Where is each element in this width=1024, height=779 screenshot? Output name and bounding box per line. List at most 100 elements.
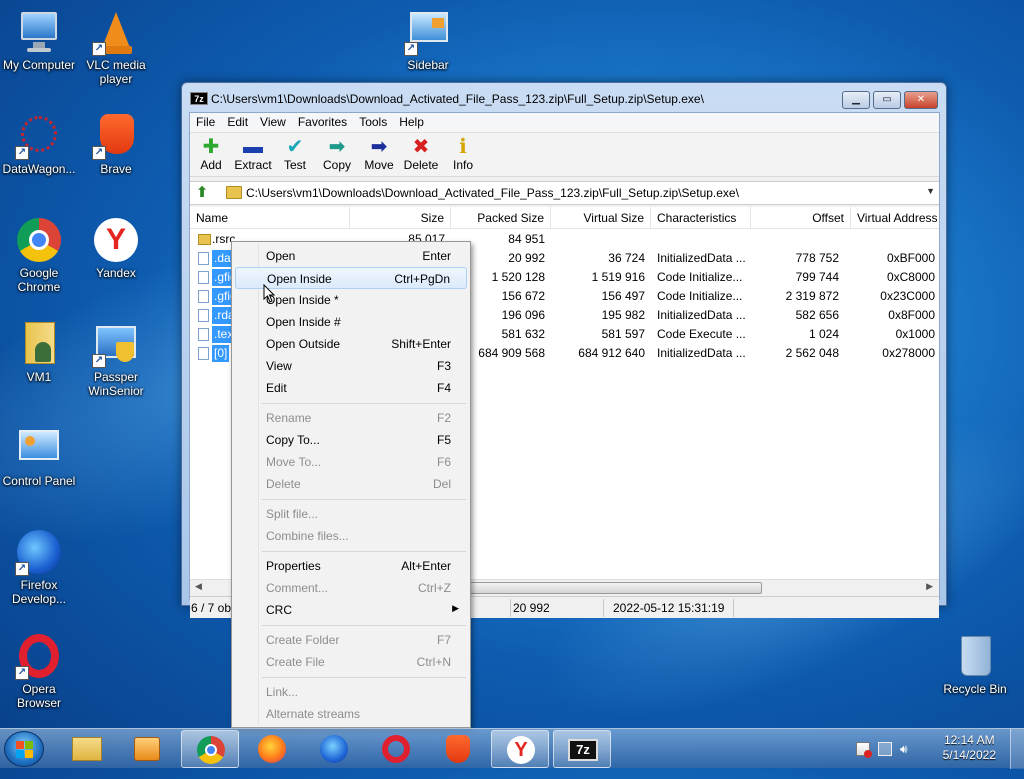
volume-icon[interactable]: 🔊︎ [900, 742, 914, 756]
desktop-icon-control-panel[interactable]: Control Panel [0, 424, 79, 488]
menu-view[interactable]: View [254, 113, 292, 129]
menu-file[interactable]: File [190, 113, 221, 129]
scroll-left-icon[interactable]: ◀ [195, 581, 202, 592]
desktop-icon-datawagon[interactable]: ↗ DataWagon... [0, 112, 79, 176]
check-icon: ✔ [286, 136, 304, 158]
info-button[interactable]: ℹ Info [442, 136, 484, 172]
desktop-icon-vm1[interactable]: VM1 [0, 320, 79, 384]
menu-item-edit[interactable]: Edit F4 [235, 377, 467, 399]
start-button[interactable] [4, 731, 44, 767]
col-virtual-address[interactable]: Virtual Address [851, 207, 939, 229]
up-folder-icon[interactable]: ⬆ [192, 184, 212, 202]
desktop-icon-my-computer[interactable]: My Computer [0, 8, 79, 72]
menu-separator [262, 499, 466, 500]
desktop-icon-sidebar[interactable]: ↗ Sidebar [388, 8, 468, 72]
menu-item-open-outside[interactable]: Open Outside Shift+Enter [235, 333, 467, 355]
taskbar-brave[interactable] [429, 730, 487, 768]
brave-icon: ↗ [92, 112, 140, 160]
menu-favorites[interactable]: Favorites [292, 113, 353, 129]
desktop-icon-passper[interactable]: ↗ Passper WinSenior [76, 320, 156, 398]
menu-item-shortcut: Del [432, 477, 451, 491]
taskbar-media-player[interactable] [118, 730, 176, 768]
cell-offset: 799 744 [795, 270, 839, 284]
scrollbar-thumb[interactable] [448, 582, 762, 594]
menu-item-label: View [266, 359, 292, 373]
folder-icon [226, 186, 242, 199]
cell-vaddr: 0x278000 [882, 346, 935, 360]
menu-item-copy-to[interactable]: Copy To... F5 [235, 429, 467, 451]
close-button[interactable]: ✕ [904, 91, 938, 109]
brave-icon [446, 735, 470, 763]
shortcut-arrow-icon: ↗ [92, 354, 106, 368]
opera-icon: ↗ [15, 632, 63, 680]
extract-button[interactable]: ▬ Extract [232, 136, 274, 172]
shortcut-arrow-icon: ↗ [15, 146, 29, 160]
yandex-icon: Y [507, 736, 535, 764]
desktop-icon-brave[interactable]: ↗ Brave [76, 112, 156, 176]
file-icon [198, 271, 209, 284]
shortcut-arrow-icon: ↗ [15, 562, 29, 576]
desktop-icon-firefox-dev[interactable]: ↗ Firefox Develop... [0, 528, 79, 606]
address-path[interactable]: C:\Users\vm1\Downloads\Download_Activate… [246, 186, 739, 200]
status-size: 20 992 [513, 601, 550, 615]
add-button[interactable]: ✚ Add [190, 136, 232, 172]
recycle-bin-icon [951, 632, 999, 680]
col-packed-size[interactable]: Packed Size [451, 207, 551, 229]
menu-item-open-inside[interactable]: Open Inside # [235, 311, 467, 333]
clock-time: 12:14 AM [943, 733, 995, 747]
maximize-button[interactable]: ▭ [873, 91, 901, 109]
minimize-button[interactable]: ▁ [842, 91, 870, 109]
desktop-icon-vlc[interactable]: ↗ VLC media player [76, 8, 156, 86]
delete-button[interactable]: ✖ Delete [400, 136, 442, 172]
menu-tools[interactable]: Tools [353, 113, 393, 129]
address-bar[interactable]: ⬆ C:\Users\vm1\Downloads\Download_Activa… [190, 181, 939, 205]
clock[interactable]: 12:14 AM 5/14/2022 [943, 733, 996, 763]
menu-item-label: Open [266, 249, 296, 263]
arrow-right-icon: ➡ [370, 136, 388, 158]
col-virtual-size[interactable]: Virtual Size [551, 207, 651, 229]
copy-button[interactable]: ➡ Copy [316, 136, 358, 172]
desktop-icon-opera[interactable]: ↗ Opera Browser [0, 632, 79, 710]
arrow-right-icon: ➡ [328, 136, 346, 158]
menu-item-rename: Rename F2 [235, 407, 467, 429]
network-icon[interactable] [878, 742, 892, 756]
menu-edit[interactable]: Edit [221, 113, 254, 129]
menu-help[interactable]: Help [393, 113, 430, 129]
cell-vaddr: 0x8F000 [888, 308, 935, 322]
x-icon: ✖ [412, 136, 430, 158]
taskbar-explorer[interactable] [58, 730, 116, 768]
show-desktop-button[interactable] [1010, 729, 1024, 769]
col-offset[interactable]: Offset [751, 207, 851, 229]
col-characteristics[interactable]: Characteristics [651, 207, 751, 229]
taskbar-opera[interactable] [367, 730, 425, 768]
menu-item-properties[interactable]: Properties Alt+Enter [235, 555, 467, 577]
menu-item-shortcut: F2 [436, 411, 451, 425]
taskbar-firefox[interactable] [243, 730, 301, 768]
menu-item-label: Move To... [266, 455, 322, 469]
desktop-icon-chrome[interactable]: Google Chrome [0, 216, 79, 294]
cell-offset: 2 562 048 [785, 346, 839, 360]
col-name[interactable]: Name [190, 207, 350, 229]
cell-vsize: 1 519 916 [591, 270, 645, 284]
taskbar-chrome[interactable] [181, 730, 239, 768]
desktop-icon-yandex[interactable]: Y Yandex [76, 216, 156, 280]
title-bar[interactable]: 7z C:\Users\vm1\Downloads\Download_Activ… [182, 83, 946, 113]
passper-icon: ↗ [92, 320, 140, 368]
menu-item-open[interactable]: Open Enter [235, 245, 467, 267]
menu-item-crc[interactable]: CRC ▶ [235, 599, 467, 621]
action-center-flag-icon[interactable] [856, 742, 872, 758]
test-button[interactable]: ✔ Test [274, 136, 316, 172]
taskbar-7zip[interactable]: 7z [553, 730, 611, 768]
col-size[interactable]: Size [350, 207, 451, 229]
context-menu[interactable]: Open Enter Open Inside Ctrl+PgDn Open Inside… [231, 241, 471, 728]
cell-name: [0] [212, 345, 230, 362]
chevron-down-icon[interactable]: ▼ [926, 186, 935, 196]
menu-item-view[interactable]: View F3 [235, 355, 467, 377]
taskbar-yandex[interactable]: Y [491, 730, 549, 768]
desktop-icon-recycle-bin[interactable]: Recycle Bin [935, 632, 1015, 696]
menu-item-label: Link... [266, 685, 299, 699]
menu-item-label: Rename [266, 411, 312, 425]
move-button[interactable]: ➡ Move [358, 136, 400, 172]
taskbar-firefox-dev[interactable] [305, 730, 363, 768]
scroll-right-icon[interactable]: ▶ [926, 581, 933, 592]
